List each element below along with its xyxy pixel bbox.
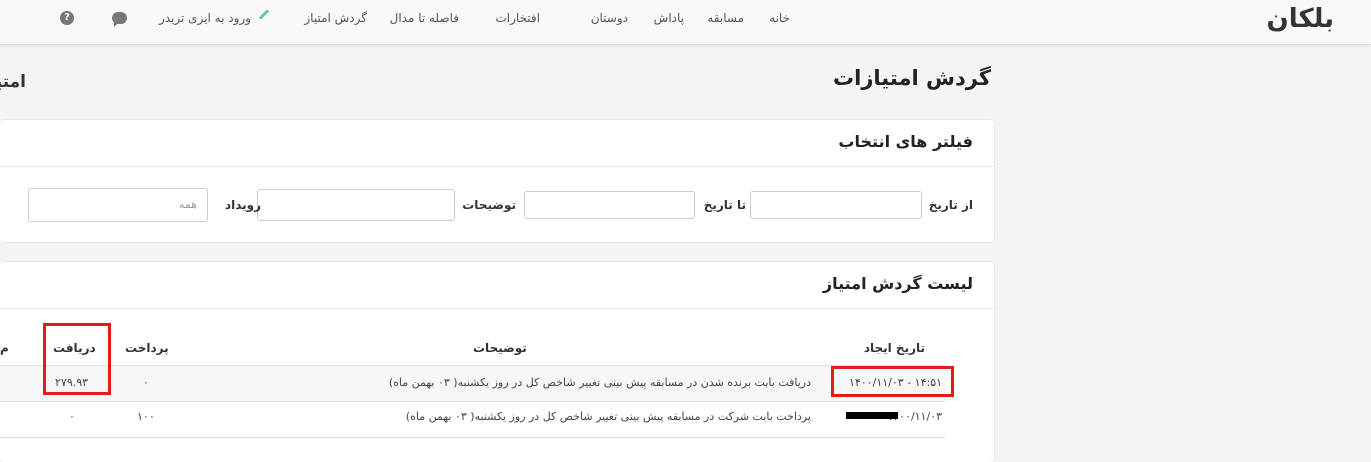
event-label: رویداد: [224, 198, 261, 212]
to-date-input[interactable]: [524, 191, 695, 219]
highlight-created-box: [831, 366, 954, 397]
nav-competition[interactable]: مسابقه: [707, 11, 744, 25]
description-label: توضیحات: [462, 198, 516, 212]
nav-honors[interactable]: افتخارات: [495, 11, 540, 25]
chat-icon[interactable]: [112, 12, 127, 27]
nav-friends[interactable]: دوستان: [591, 11, 628, 25]
event-select[interactable]: همه: [28, 188, 208, 222]
filters-title: فیلتر های انتخاب: [838, 132, 973, 151]
nav-home[interactable]: خانه: [769, 11, 790, 25]
side-panel-title: امتیاز: [0, 72, 26, 92]
list-title: لیست گردش امتیاز: [822, 274, 973, 293]
col-description: توضیحات: [473, 341, 527, 355]
from-date-label: از تاریخ: [928, 198, 973, 212]
nav-medal-distance[interactable]: فاصله تا مدال: [390, 11, 459, 25]
col-partial: م: [0, 341, 8, 355]
brush-icon: [258, 9, 270, 20]
col-payment: پرداخت: [125, 341, 169, 355]
points-list-card: لیست گردش امتیاز تاریخ ایجاد توضیحات پرد…: [0, 262, 994, 462]
row-divider: [0, 401, 945, 402]
brand-logo[interactable]: بلکان: [1267, 4, 1334, 34]
cell-payment: ۰: [143, 376, 149, 389]
nav-points-flow[interactable]: گردش امتیاز: [304, 11, 367, 25]
help-icon[interactable]: ?: [60, 11, 74, 25]
cell-received: ۰: [69, 410, 75, 423]
filters-card: فیلتر های انتخاب از تاریخ تا تاریخ توضیح…: [0, 120, 994, 242]
redaction-bar: [846, 412, 898, 419]
highlight-received-box: [43, 323, 111, 395]
col-created: تاریخ ایجاد: [863, 341, 925, 355]
cell-payment: ۱۰۰: [137, 410, 155, 423]
to-date-label: تا تاریخ: [703, 198, 746, 212]
cell-description: پرداخت بابت شرکت در مسابقه پیش بینی تغیی…: [405, 410, 811, 423]
row-divider: [0, 437, 945, 438]
nav-reward[interactable]: پاداش: [654, 11, 684, 25]
cell-description: دریافت بابت برنده شدن در مسابقه پیش بینی…: [388, 376, 811, 389]
nav-easytrader-login[interactable]: ورود به ایزی تریدر: [159, 11, 251, 25]
list-card-header: لیست گردش امتیاز: [0, 262, 994, 309]
from-date-input[interactable]: [750, 191, 922, 219]
top-navbar: بلکان خانه مسابقه پاداش دوستان افتخارات …: [0, 0, 1371, 45]
filters-card-header: فیلتر های انتخاب: [0, 120, 994, 167]
description-input[interactable]: [257, 189, 455, 221]
page-title: گردش امتیازات: [833, 66, 991, 90]
